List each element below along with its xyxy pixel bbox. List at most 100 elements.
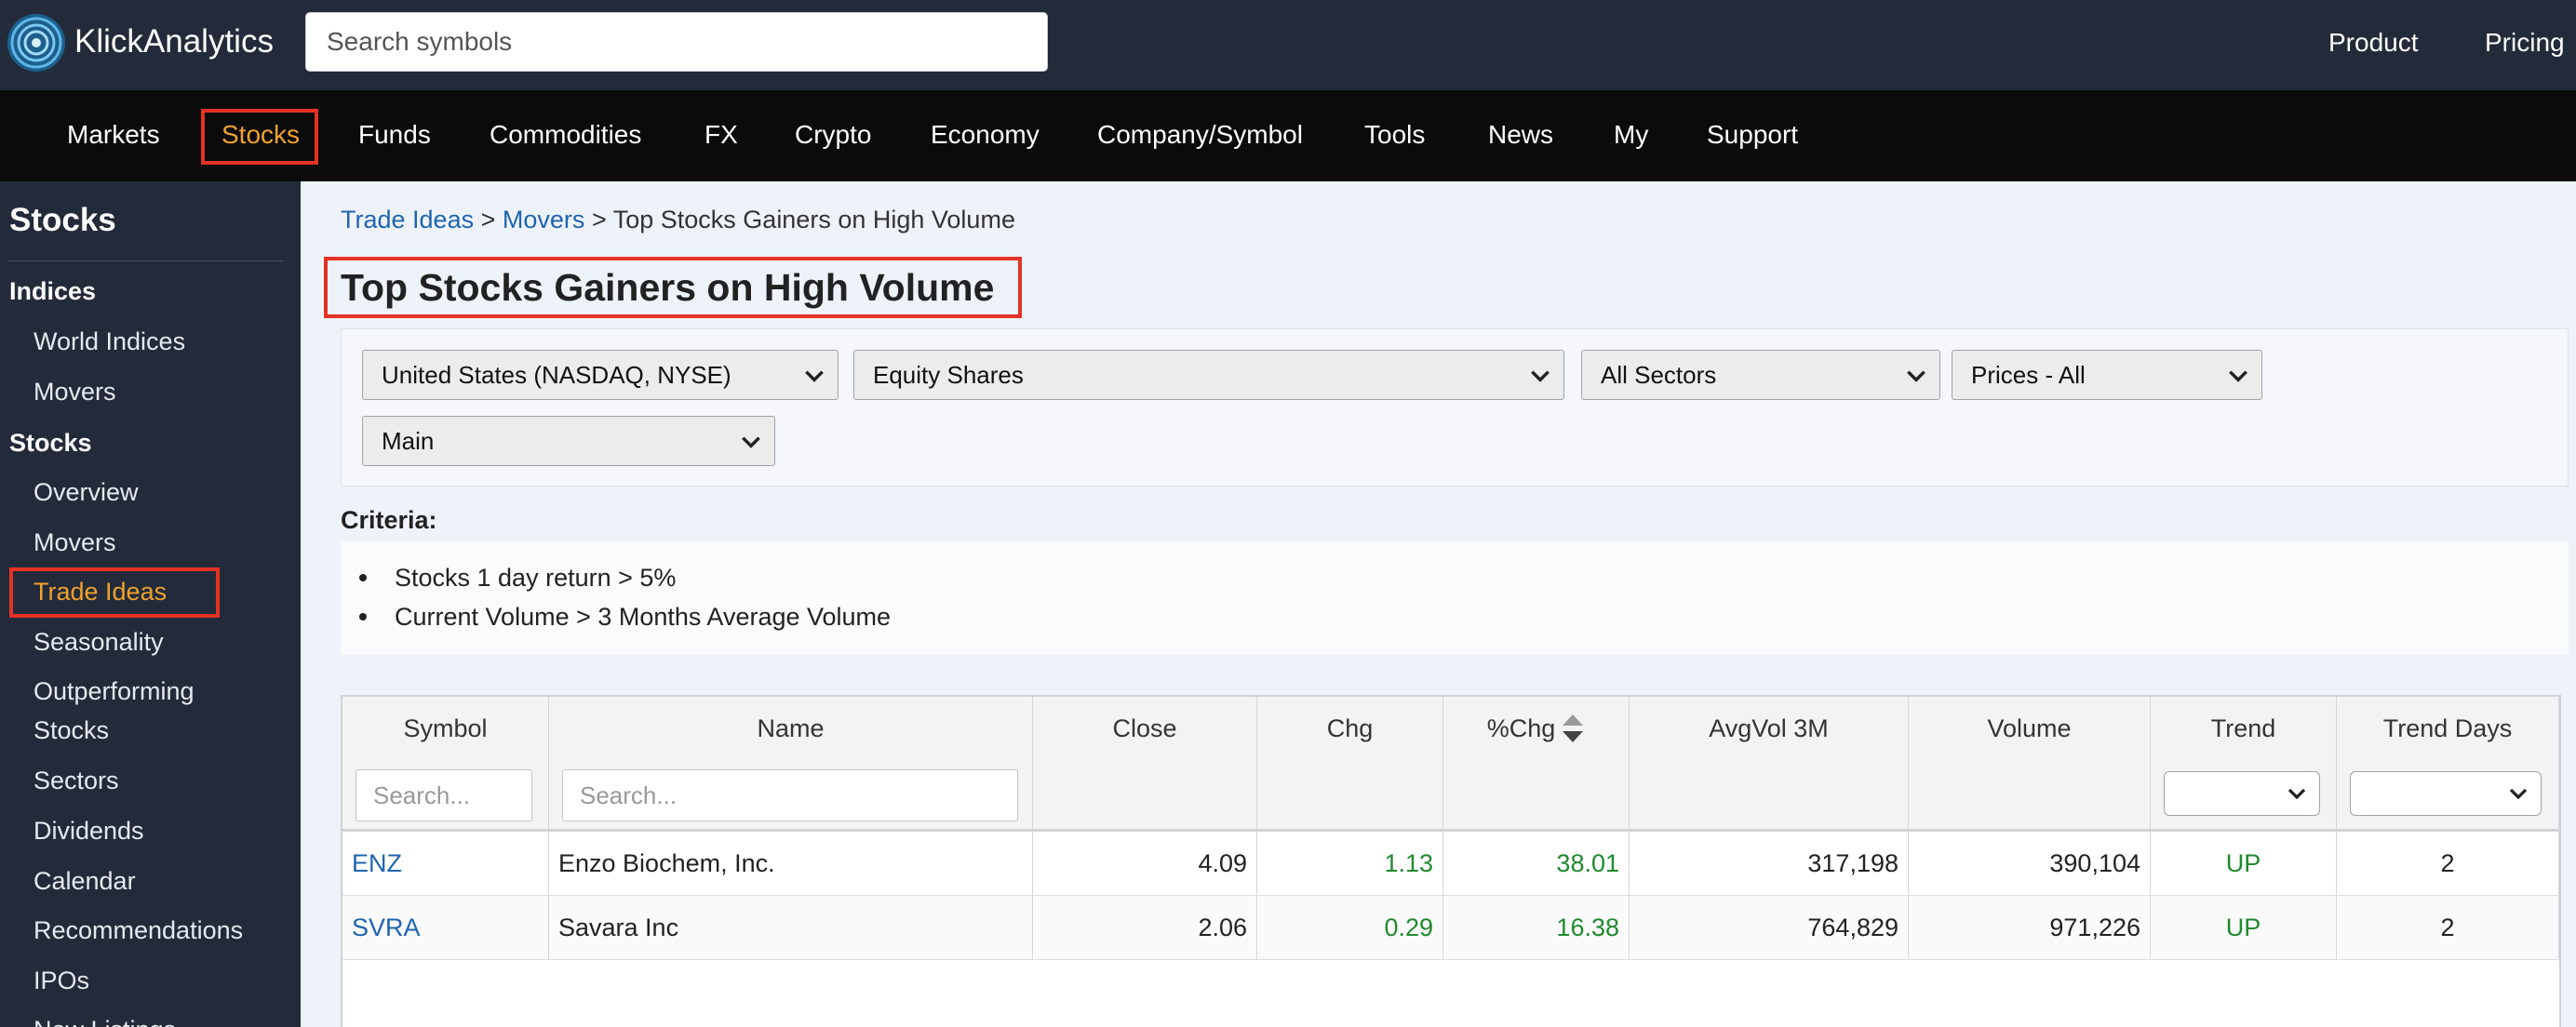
nav-fx[interactable]: FX [704, 114, 738, 155]
nav-tools[interactable]: Tools [1364, 114, 1425, 155]
column-header-pchg[interactable]: %Chg [1443, 697, 1630, 760]
criteria-item-text: Current Volume > 3 Months Average Volume [395, 603, 892, 631]
sidebar-item-movers[interactable]: Movers [34, 523, 285, 562]
symbol-cell[interactable]: ENZ [342, 832, 549, 895]
sidebar-section-stocks[interactable]: Stocks [9, 426, 92, 460]
sidebar-item-world-indices[interactable]: World Indices [34, 322, 285, 361]
trend-days-cell: 2 [2337, 896, 2559, 959]
chevron-down-icon [2509, 788, 2528, 800]
trend-cell: UP [2151, 832, 2337, 895]
symbol-search-input[interactable] [305, 12, 1048, 72]
column-header-avgvol[interactable]: AvgVol 3M [1630, 697, 1909, 760]
view-select[interactable]: Main [362, 416, 775, 466]
sidebar-item-ipos[interactable]: IPOs [34, 961, 285, 1000]
page-title-highlight [324, 257, 1022, 318]
name-cell: Savara Inc [549, 896, 1033, 959]
volume-cell: 390,104 [1909, 832, 2151, 895]
results-table: Symbol Name Close Chg %Chg AvgVol 3M Vol… [341, 695, 2561, 1027]
breadcrumb-movers[interactable]: Movers [503, 206, 585, 233]
view-select-value: Main [382, 427, 435, 455]
breadcrumb-separator: > [480, 206, 496, 233]
avgvol-cell: 764,829 [1630, 896, 1909, 959]
chevron-down-icon [1531, 370, 1550, 382]
name-filter-input[interactable] [562, 769, 1018, 821]
main-nav: Markets Stocks Funds Commodities FX Cryp… [0, 90, 2576, 181]
breadcrumb-separator: > [591, 206, 607, 233]
volume-cell: 971,226 [1909, 896, 2151, 959]
price-select[interactable]: Prices - All [1952, 350, 2262, 400]
column-header-volume[interactable]: Volume [1909, 697, 2151, 760]
column-header-chg[interactable]: Chg [1257, 697, 1443, 760]
filter-cell [1033, 760, 1257, 829]
column-header-trend-days[interactable]: Trend Days [2337, 697, 2559, 760]
nav-news[interactable]: News [1488, 114, 1553, 155]
sector-select-value: All Sectors [1601, 361, 1717, 389]
filter-cell [1909, 760, 2151, 829]
nav-company-symbol[interactable]: Company/Symbol [1097, 114, 1303, 155]
sidebar-item-new-listings[interactable]: New Listings [34, 1010, 285, 1027]
sidebar-item-overview[interactable]: Overview [34, 473, 285, 512]
nav-funds[interactable]: Funds [358, 114, 431, 155]
nav-support[interactable]: Support [1707, 114, 1798, 155]
trend-cell: UP [2151, 896, 2337, 959]
klickanalytics-logo-icon[interactable] [6, 12, 67, 73]
chevron-down-icon [2288, 788, 2306, 800]
table-row[interactable]: SVRA Savara Inc 2.06 0.29 16.38 764,829 … [342, 896, 2559, 960]
filter-panel: United States (NASDAQ, NYSE) Equity Shar… [341, 328, 2569, 487]
sidebar-section-indices[interactable]: Indices [9, 274, 96, 308]
chevron-down-icon [805, 370, 824, 382]
criteria-list: Stocks 1 day return > 5% Current Volume … [341, 541, 2569, 655]
asset-type-select[interactable]: Equity Shares [853, 350, 1564, 400]
symbol-cell[interactable]: SVRA [342, 896, 549, 959]
trend-filter-select[interactable] [2164, 771, 2320, 816]
filter-cell [342, 760, 549, 829]
filter-cell [1443, 760, 1630, 829]
criteria-item-text: Stocks 1 day return > 5% [395, 564, 677, 592]
sector-select[interactable]: All Sectors [1581, 350, 1940, 400]
market-select[interactable]: United States (NASDAQ, NYSE) [362, 350, 839, 400]
pricing-link[interactable]: Pricing [2485, 20, 2565, 65]
nav-crypto[interactable]: Crypto [795, 114, 871, 155]
table-filter-row [342, 760, 2559, 832]
top-header: KlickAnalytics Product Pricing [0, 0, 2576, 90]
sidebar-item-recommendations[interactable]: Recommendations [34, 911, 285, 950]
symbol-filter-input[interactable] [356, 769, 532, 821]
pchg-cell: 16.38 [1443, 896, 1630, 959]
nav-my[interactable]: My [1614, 114, 1648, 155]
column-header-close[interactable]: Close [1033, 697, 1257, 760]
breadcrumb-current: Top Stocks Gainers on High Volume [612, 206, 1015, 233]
close-cell: 4.09 [1033, 832, 1257, 895]
filter-cell [549, 760, 1033, 829]
column-header-name[interactable]: Name [549, 697, 1033, 760]
price-select-value: Prices - All [1971, 361, 2086, 389]
nav-economy[interactable]: Economy [931, 114, 1040, 155]
breadcrumb: Trade Ideas > Movers > Top Stocks Gainer… [341, 203, 1015, 236]
sidebar-item-seasonality[interactable]: Seasonality [34, 622, 285, 661]
product-link[interactable]: Product [2328, 20, 2419, 65]
column-header-trend[interactable]: Trend [2151, 697, 2337, 760]
sidebar-item-calendar[interactable]: Calendar [34, 861, 285, 900]
chg-cell: 1.13 [1257, 832, 1443, 895]
sidebar-item-indices-movers[interactable]: Movers [34, 372, 285, 411]
asset-type-select-value: Equity Shares [873, 361, 1024, 389]
sidebar-item-outperforming[interactable]: Outperforming [34, 672, 285, 711]
column-header-symbol[interactable]: Symbol [342, 697, 549, 760]
trend-days-filter-select[interactable] [2350, 771, 2542, 816]
brand-name[interactable]: KlickAnalytics [74, 17, 274, 67]
nav-commodities[interactable]: Commodities [490, 114, 641, 155]
filter-cell [1257, 760, 1443, 829]
sidebar-item-sectors[interactable]: Sectors [34, 761, 285, 800]
breadcrumb-trade-ideas[interactable]: Trade Ideas [341, 206, 474, 233]
filter-cell [2337, 760, 2559, 829]
sidebar-item-dividends[interactable]: Dividends [34, 811, 285, 850]
table-row[interactable]: ENZ Enzo Biochem, Inc. 4.09 1.13 38.01 3… [342, 832, 2559, 896]
sidebar: Stocks Indices World Indices Movers Stoc… [0, 181, 301, 1027]
chevron-down-icon [1907, 370, 1925, 382]
sidebar-trade-ideas-highlight [9, 567, 220, 618]
pchg-cell: 38.01 [1443, 832, 1630, 895]
nav-markets[interactable]: Markets [67, 114, 160, 155]
market-select-value: United States (NASDAQ, NYSE) [382, 361, 731, 389]
sort-updown-icon[interactable] [1561, 712, 1585, 745]
sidebar-item-outperforming-line2[interactable]: Stocks [34, 711, 285, 750]
name-cell: Enzo Biochem, Inc. [549, 832, 1033, 895]
